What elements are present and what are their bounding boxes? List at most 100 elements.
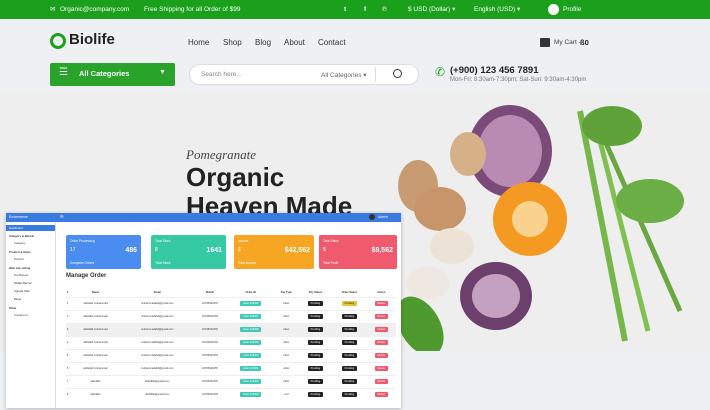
currency-selector[interactable]: $ USD (Dollar) ▾: [408, 0, 455, 19]
nav-shop[interactable]: Shop: [223, 38, 242, 47]
table-cell: Delete: [366, 322, 396, 336]
cart-label[interactable]: My Cart -: [554, 39, 581, 46]
table-cell: 01795423478: [192, 348, 228, 362]
table-row: 6 abdullah muhammad muhammadabd@gmail.com 0…: [66, 361, 396, 375]
sidebar-item-middle-banner[interactable]: Middle Banner: [6, 279, 55, 287]
delete-button[interactable]: Delete: [374, 379, 389, 384]
table-cell: abdullah muhammad: [83, 354, 108, 357]
sidebar-item-category[interactable]: Category: [6, 239, 55, 247]
table-cell: order-123458: [227, 322, 275, 336]
table-cell: other: [274, 335, 299, 349]
card-left-value: $: [323, 247, 326, 253]
order-status-button[interactable]: Pending: [341, 379, 358, 384]
search-input[interactable]: Search here...: [201, 71, 242, 78]
table-cell: Pending: [298, 335, 333, 349]
table-cell: 5: [66, 354, 69, 357]
table-cell: muhammadabd@gmail.com: [121, 309, 193, 323]
table-cell: order-123463: [227, 387, 275, 401]
table-cell: 4: [66, 341, 69, 344]
table-cell: other: [283, 315, 290, 318]
sidebar-item-blogs[interactable]: Blogs: [6, 295, 55, 303]
table-cell: abdullah muhammad: [69, 335, 122, 349]
order-status-button[interactable]: Pending: [341, 366, 358, 371]
card-value: $9,562: [371, 247, 393, 254]
all-categories-button[interactable]: ☰ All Categories ▼: [50, 63, 175, 86]
nav-blog[interactable]: Blog: [255, 38, 271, 47]
table-cell: cod: [274, 387, 299, 401]
table-row: 3 abdullah muhammad muhammadabd@gmail.com 0…: [66, 322, 396, 336]
table-cell: muhammadabd@gmail.com: [121, 322, 193, 336]
admin-name[interactable]: Admin: [378, 215, 388, 219]
table-cell: other: [283, 367, 290, 370]
search-bar: Search here... All Categories ▾: [189, 64, 419, 85]
dashboard-menu-icon[interactable]: ☰: [60, 214, 64, 219]
sidebar-item-top-banner[interactable]: Top Banner: [6, 271, 55, 279]
table-cell: 01795423478: [201, 393, 218, 397]
delete-button[interactable]: Delete: [374, 301, 389, 306]
table-row: 7 abdullah abdullah@gmail.com 01795423478 or…: [66, 374, 396, 388]
top-bar: ✉ Organic@company.com Free Shipping for …: [0, 0, 710, 19]
order-status-button[interactable]: Pending: [341, 353, 358, 358]
table-cell: 01795423478: [201, 328, 218, 331]
nav-home[interactable]: Home: [188, 38, 209, 47]
delete-button[interactable]: Delete: [374, 340, 389, 345]
order-status-button[interactable]: Pending: [341, 301, 358, 306]
email-link[interactable]: Organic@company.com: [60, 0, 129, 19]
delete-button[interactable]: Delete: [374, 327, 389, 332]
user-icon[interactable]: [548, 4, 559, 15]
order-status-button[interactable]: Pending: [341, 340, 358, 345]
admin-dashboard-preview: Ecommerce ☰ Admin Dashboard Category & B…: [6, 213, 401, 408]
admin-avatar[interactable]: [369, 214, 375, 220]
card-left-value: $: [238, 247, 241, 253]
facebook-icon[interactable]: f: [364, 0, 366, 19]
table-cell: abdullah muhammad: [83, 367, 108, 370]
pinterest-icon[interactable]: ℗: [382, 0, 387, 19]
stat-card-orders: Order Processing 17 486 Complete Orders: [66, 235, 141, 269]
order-status-button[interactable]: Pending: [341, 327, 358, 332]
cart-amount: ß0: [580, 38, 589, 47]
table-cell: Pending: [298, 348, 333, 362]
nav-about[interactable]: About: [284, 38, 305, 47]
table-cell: other: [274, 348, 299, 362]
table-cell: 01795423478: [201, 315, 218, 318]
column-header: Order ID: [245, 291, 256, 295]
order-status-button[interactable]: Pending: [341, 392, 358, 398]
hero-title-line1: Organic: [186, 162, 285, 192]
language-selector[interactable]: English (USD) ▾: [474, 0, 520, 19]
shipping-notice: Free Shipping for all Order of $99: [144, 6, 241, 13]
stat-card-sales: Total Sales $ $9,562 Total Profit: [319, 235, 397, 269]
logo-text[interactable]: Biolife: [69, 31, 115, 48]
table-cell: abdullah: [69, 374, 122, 388]
table-cell: muhammadabd@gmail.com: [141, 302, 174, 305]
table-cell: Delete: [366, 374, 396, 388]
twitter-icon[interactable]: t: [344, 0, 346, 19]
delete-button[interactable]: Delete: [374, 353, 389, 358]
order-id-badge: order-123459: [239, 340, 262, 345]
header: Biolife Home Shop Blog About Contact My …: [0, 19, 710, 91]
column-header: Email: [153, 291, 161, 295]
profile-link[interactable]: Profile: [563, 0, 581, 19]
dashboard-sidebar: Dashboard Category & Banner Category Pro…: [6, 222, 56, 408]
table-cell: Pending: [332, 335, 367, 349]
order-status-button[interactable]: Pending: [341, 314, 358, 319]
table-cell: order-123456: [227, 296, 275, 310]
cart-icon[interactable]: [540, 38, 550, 47]
nav-contact[interactable]: Contact: [318, 38, 346, 47]
table-cell: 01795423478: [192, 335, 228, 349]
sidebar-heading-website: Web site setting: [9, 266, 31, 270]
order-id-badge: order-123463: [239, 392, 262, 398]
delete-button[interactable]: Delete: [374, 314, 389, 319]
delete-button[interactable]: Delete: [374, 392, 389, 398]
order-id-badge: order-123457: [239, 314, 262, 319]
logo-icon: [50, 33, 66, 49]
sidebar-item-product[interactable]: Product: [6, 255, 55, 263]
mail-icon: ✉: [50, 6, 56, 13]
sidebar-item-contact[interactable]: Contact Us: [6, 311, 55, 319]
delete-button[interactable]: Delete: [374, 366, 389, 371]
search-category-select[interactable]: All Categories ▾: [321, 71, 367, 79]
table-cell: Pending: [332, 322, 367, 336]
table-cell: abdullah muhammad: [69, 348, 122, 362]
search-icon[interactable]: [393, 69, 402, 78]
sidebar-item-special-offer[interactable]: Special Offer: [6, 287, 55, 295]
table-row: 1 abdullah muhammad muhammadabd@gmail.com 0…: [66, 296, 396, 310]
